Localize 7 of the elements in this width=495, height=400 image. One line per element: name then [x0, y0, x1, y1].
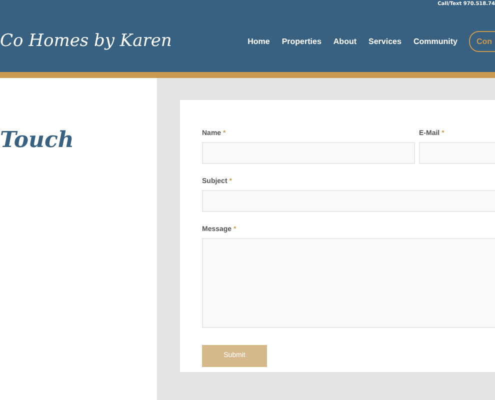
nav-link[interactable]: About: [333, 36, 357, 46]
nav-link[interactable]: Community: [413, 36, 458, 46]
nav-link[interactable]: Properties: [282, 36, 322, 46]
nav-link[interactable]: Services: [368, 36, 402, 46]
page-heading: Touch: [0, 127, 74, 153]
nav-link[interactable]: Home: [248, 36, 270, 46]
site-logo[interactable]: Co Homes by Karen: [0, 31, 248, 51]
